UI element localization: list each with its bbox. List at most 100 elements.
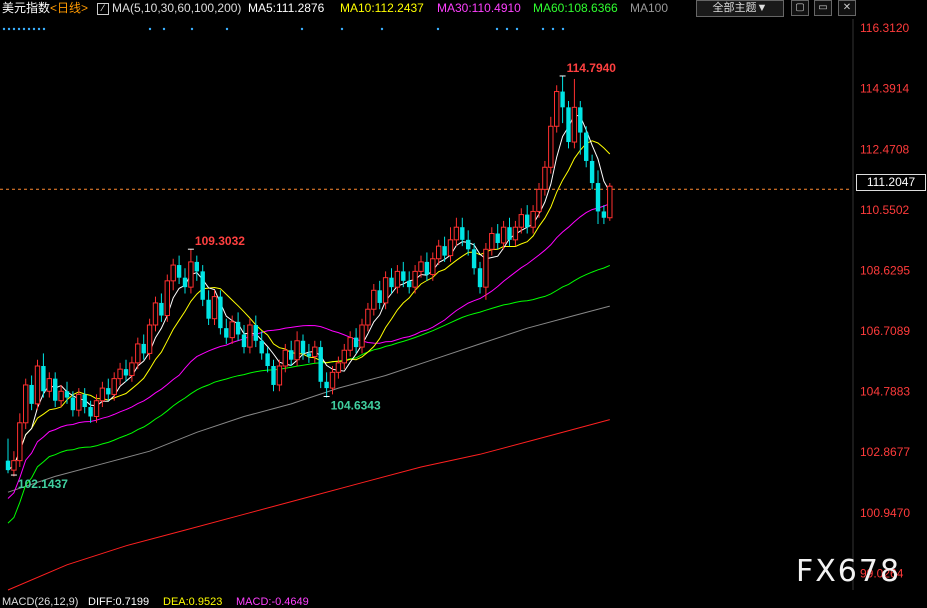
candle-body — [170, 264, 176, 282]
candle-body — [229, 321, 235, 339]
candle-body — [265, 353, 270, 367]
annotation-label: 102.1437 — [18, 477, 68, 491]
candle-body — [289, 350, 294, 360]
close-icon[interactable]: ✕ — [838, 0, 856, 16]
candle-body — [418, 261, 424, 272]
y-tick-label: 112.4708 — [860, 142, 909, 156]
candle-body — [300, 340, 306, 354]
candle-body — [117, 368, 123, 380]
watermark-logo: FX678 — [796, 554, 902, 589]
candle-body — [76, 393, 82, 411]
candle-body — [88, 407, 93, 417]
event-marker — [42, 27, 46, 31]
candle-body — [259, 340, 264, 354]
candle-body — [430, 258, 436, 276]
candle-body — [483, 248, 489, 288]
candle-body — [601, 211, 607, 218]
candle-body — [17, 422, 23, 462]
candle-body — [93, 400, 100, 417]
candle-body — [99, 387, 106, 402]
candle-body — [382, 277, 389, 304]
candle-body — [247, 324, 253, 348]
candle-body — [536, 188, 542, 212]
candle-body — [507, 227, 512, 240]
event-marker — [148, 27, 152, 31]
macd-diff: DIFF:0.7199 — [88, 596, 150, 608]
candlestick-chart: 116.3120 114.3914 112.4708 110.5502 108.6295… — [0, 19, 922, 591]
ma60-value: MA60:108.6366 — [533, 1, 618, 15]
candle-body — [194, 261, 199, 272]
candle-body — [560, 91, 565, 108]
candle-body — [123, 369, 129, 376]
instrument-title[interactable]: 美元指数 — [2, 0, 50, 17]
candle-body — [111, 378, 117, 395]
macd-value: MACD:-0.4649 — [236, 596, 309, 608]
candle-body — [29, 384, 34, 404]
candle-body — [453, 226, 460, 241]
restore-icon[interactable]: ▢ — [791, 0, 809, 16]
candle-body — [584, 132, 589, 161]
y-tick-label: 108.6295 — [860, 263, 910, 277]
candle-body — [389, 277, 394, 288]
event-marker — [37, 27, 41, 31]
candle-body — [412, 270, 418, 288]
y-tick-label: 110.5502 — [860, 203, 909, 217]
candle-body — [500, 226, 507, 244]
event-marker — [515, 27, 519, 31]
candle-body — [271, 366, 276, 385]
event-marker — [12, 27, 16, 31]
candle-body — [129, 362, 135, 376]
macd-dea: DEA:0.9523 — [163, 596, 223, 608]
period-selector[interactable]: <日线> — [50, 0, 88, 17]
candle-body — [554, 91, 560, 127]
event-marker — [27, 27, 31, 31]
event-marker — [2, 27, 6, 31]
event-marker — [17, 27, 21, 31]
y-tick-label: 114.3914 — [860, 82, 909, 96]
ma-icon[interactable]: ⁄ — [97, 3, 109, 15]
event-marker — [495, 27, 499, 31]
candle-body — [312, 346, 318, 358]
event-marker — [505, 27, 509, 31]
theme-dropdown[interactable]: 全部主题▼ — [696, 0, 784, 17]
candle-body — [365, 308, 371, 326]
annotation-label: 104.6343 — [331, 398, 381, 412]
candle-body — [318, 347, 323, 382]
y-tick-label: 100.9470 — [860, 506, 910, 520]
candle-body — [424, 261, 430, 275]
candle-body — [471, 249, 477, 269]
event-marker — [561, 27, 565, 31]
candle-body — [548, 125, 554, 168]
candle-body — [34, 365, 41, 405]
candle-body — [359, 324, 365, 348]
candle-body — [371, 289, 377, 310]
candle-body — [152, 302, 159, 326]
candle-body — [218, 296, 223, 329]
ma60-line — [7, 264, 611, 524]
event-marker — [32, 27, 36, 31]
event-marker — [7, 27, 11, 31]
candle-body — [188, 261, 194, 288]
candle-body — [489, 233, 495, 250]
candle-body — [41, 366, 46, 392]
event-marker — [380, 27, 384, 31]
macd-params: MACD(26,12,9) — [2, 596, 79, 608]
ma-params: MA(5,10,30,60,100,200) — [112, 1, 242, 15]
candle-body — [442, 246, 447, 256]
candle-body — [294, 340, 300, 361]
event-marker — [225, 27, 229, 31]
macd-header: MACD(26,12,9) DIFF:0.7199 DEA:0.9523 MAC… — [0, 596, 927, 608]
minimize-icon[interactable]: ▭ — [814, 0, 832, 16]
candle-body — [282, 349, 289, 367]
candle-body — [70, 397, 76, 411]
candle-body — [566, 107, 571, 143]
candle-body — [335, 362, 342, 373]
candle-body — [206, 299, 211, 319]
candle-body — [407, 280, 412, 288]
candle-body — [23, 384, 29, 424]
candle-body — [159, 302, 164, 316]
candle-body — [436, 245, 442, 260]
candle-body — [607, 185, 613, 219]
y-tick-label: 102.8677 — [860, 445, 910, 459]
candle-body — [353, 337, 359, 348]
